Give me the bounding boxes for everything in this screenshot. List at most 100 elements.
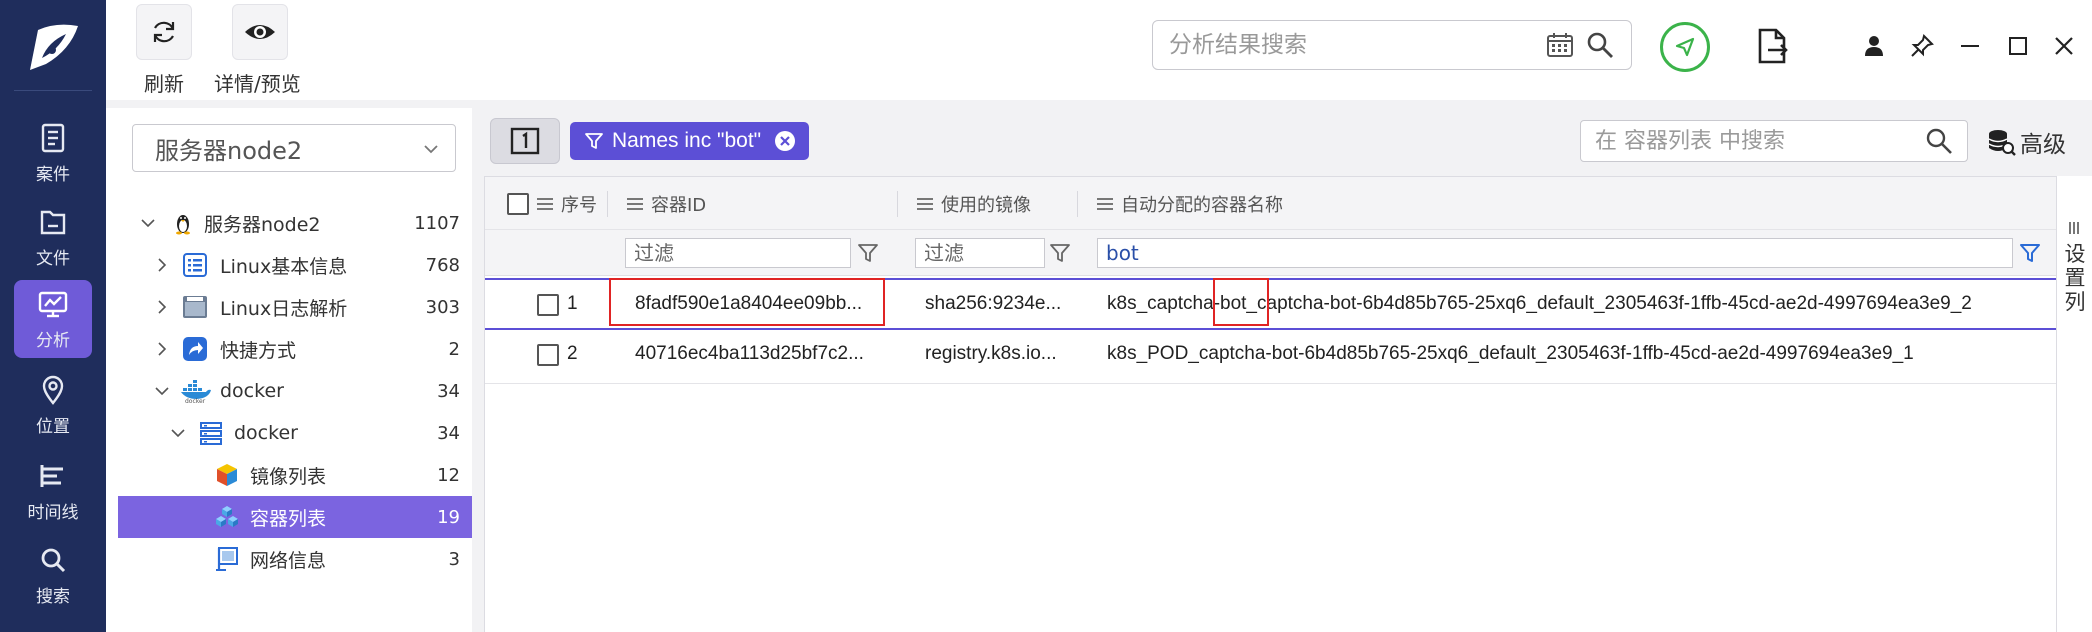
timeline-icon [40, 464, 63, 487]
container-search-input[interactable] [1595, 128, 1925, 154]
tree-node-label: 快捷方式 [220, 339, 297, 362]
send-icon [1675, 37, 1695, 57]
tree-node-linux-info[interactable]: Linux基本信息 768 [118, 244, 472, 286]
filter-active-icon[interactable] [2019, 242, 2041, 264]
panel-splitter[interactable] [472, 108, 484, 632]
nav-item-timeline[interactable]: 时间线 [14, 452, 92, 530]
chevron-down-icon[interactable] [170, 425, 186, 441]
server-icon [200, 422, 222, 445]
maximize-icon[interactable] [2004, 32, 2032, 60]
column-header-container-id[interactable]: 容器ID [627, 177, 706, 231]
tree-node-docker-sub[interactable]: docker 34 [118, 412, 472, 454]
drag-handle-icon [627, 198, 643, 210]
nav-item-search[interactable]: 搜索 [14, 536, 92, 614]
cell-container-id: 40716ec4ba113d25bf7c2... [635, 343, 864, 364]
minimize-icon[interactable] [1956, 32, 1984, 60]
tree-node-shortcut[interactable]: 快捷方式 2 [118, 328, 472, 370]
column-header-image[interactable]: 使用的镜像 [917, 177, 1031, 231]
chevron-right-icon[interactable] [154, 341, 170, 357]
column-resizer[interactable] [607, 191, 608, 217]
drag-handle-icon [537, 198, 553, 210]
tree-node-server[interactable]: 服务器node2 1107 [118, 202, 472, 244]
nav-item-file[interactable]: 文件 [14, 198, 92, 276]
nav-item-case[interactable]: 案件 [14, 114, 92, 192]
svg-text:docker: docker [185, 398, 206, 404]
filter-icon[interactable] [1049, 242, 1071, 264]
chevron-down-icon [424, 145, 438, 154]
tree-node-label: docker [234, 422, 298, 444]
column-header-container-name[interactable]: 自动分配的容器名称 [1097, 177, 1283, 231]
filter-icon [585, 133, 603, 149]
row-checkbox[interactable] [537, 294, 559, 316]
nav-item-label: 时间线 [27, 502, 79, 523]
active-filter-chip[interactable]: Names inc "bot" [570, 122, 810, 160]
global-search-input[interactable] [1169, 32, 1535, 58]
nav-divider [14, 90, 92, 91]
toolbar-divider [106, 100, 2092, 108]
send-button[interactable] [1660, 22, 1710, 72]
column-resizer[interactable] [1077, 191, 1078, 217]
column-settings-strip[interactable]: 设置列 [2056, 176, 2092, 632]
name-match: -bot_ [1213, 293, 1257, 314]
chevron-down-icon[interactable] [140, 215, 156, 231]
remove-filter-icon[interactable] [773, 129, 797, 153]
chevron-right-icon[interactable] [154, 299, 170, 315]
search-icon[interactable] [1585, 30, 1615, 60]
column-resizer[interactable] [897, 191, 898, 217]
advanced-label: 高级 [2020, 132, 2066, 158]
log-icon [183, 296, 207, 318]
linux-penguin-icon [176, 215, 190, 235]
grip-icon [2069, 222, 2079, 234]
list-icon [183, 253, 207, 277]
details-preview-button[interactable] [232, 4, 288, 60]
chevron-right-icon[interactable] [154, 257, 170, 273]
nav-item-analysis[interactable]: 分析 [14, 280, 92, 358]
tree-node-label: Linux日志解析 [220, 297, 348, 320]
cell-container-name: k8s_captcha -bot_ captcha-bot-6b4d85b765-2… [1107, 280, 2057, 328]
filter-icon[interactable] [857, 242, 879, 264]
tree-node-label: docker [220, 380, 284, 402]
database-search-icon [1988, 130, 2016, 156]
pin-icon[interactable] [1908, 32, 1936, 60]
tree-node-label: 服务器node2 [204, 213, 321, 236]
calendar-icon[interactable] [1545, 30, 1575, 60]
row-checkbox[interactable] [537, 344, 559, 366]
chevron-down-icon[interactable] [154, 383, 170, 399]
table-row[interactable]: 2 40716ec4ba113d25bf7c2... registry.k8s.… [485, 330, 2057, 384]
location-icon [42, 375, 64, 405]
table-header: 序号 容器ID 使用的镜像 自动分配的容器名称 [485, 176, 2057, 230]
nav-item-location[interactable]: 位置 [14, 366, 92, 444]
analysis-icon [38, 291, 68, 317]
close-icon[interactable] [2050, 32, 2078, 60]
refresh-button[interactable] [136, 4, 192, 60]
select-all-checkbox[interactable] [507, 193, 529, 215]
filter-name-box [1097, 238, 2013, 268]
tree-node-network-info[interactable]: 网络信息 3 [118, 538, 472, 580]
user-icon[interactable] [1860, 32, 1888, 60]
search-icon [41, 548, 66, 572]
tree-node-container-list[interactable]: 容器列表 19 [118, 496, 472, 538]
global-search-box [1152, 20, 1632, 70]
search-icon[interactable] [1925, 127, 1953, 155]
export-file-icon[interactable] [1752, 26, 1792, 66]
cell-container-id: 8fadf590e1a8404ee09bb... [635, 293, 863, 314]
tree-node-label: Linux基本信息 [220, 255, 348, 278]
filter-name-input[interactable] [1106, 241, 2004, 265]
tree-node-image-list[interactable]: 镜像列表 12 [118, 454, 472, 496]
server-selector[interactable]: 服务器node2 [132, 124, 456, 172]
tree-node-count: 3 [448, 548, 460, 570]
cell-image: sha256:9234e... [925, 293, 1062, 314]
top-toolbar: 刷新 详情/预览 [106, 0, 2092, 100]
filter-image-input[interactable] [924, 241, 1036, 265]
tree-node-label: 网络信息 [250, 549, 327, 572]
network-icon [216, 547, 238, 571]
tree-node-linux-log[interactable]: Linux日志解析 303 [118, 286, 472, 328]
column-header-index[interactable]: 序号 [537, 177, 597, 231]
filter-id-input[interactable] [634, 241, 842, 265]
tree-node-docker[interactable]: docker docker 34 [118, 370, 472, 412]
advanced-search-button[interactable]: 高级 [1986, 124, 2066, 160]
shortcut-icon [183, 337, 207, 361]
table-row[interactable]: 1 8fadf590e1a8404ee09bb... sha256:9234e.… [485, 278, 2057, 330]
tree-node-count: 19 [437, 506, 460, 528]
column-count-button[interactable] [490, 118, 560, 164]
